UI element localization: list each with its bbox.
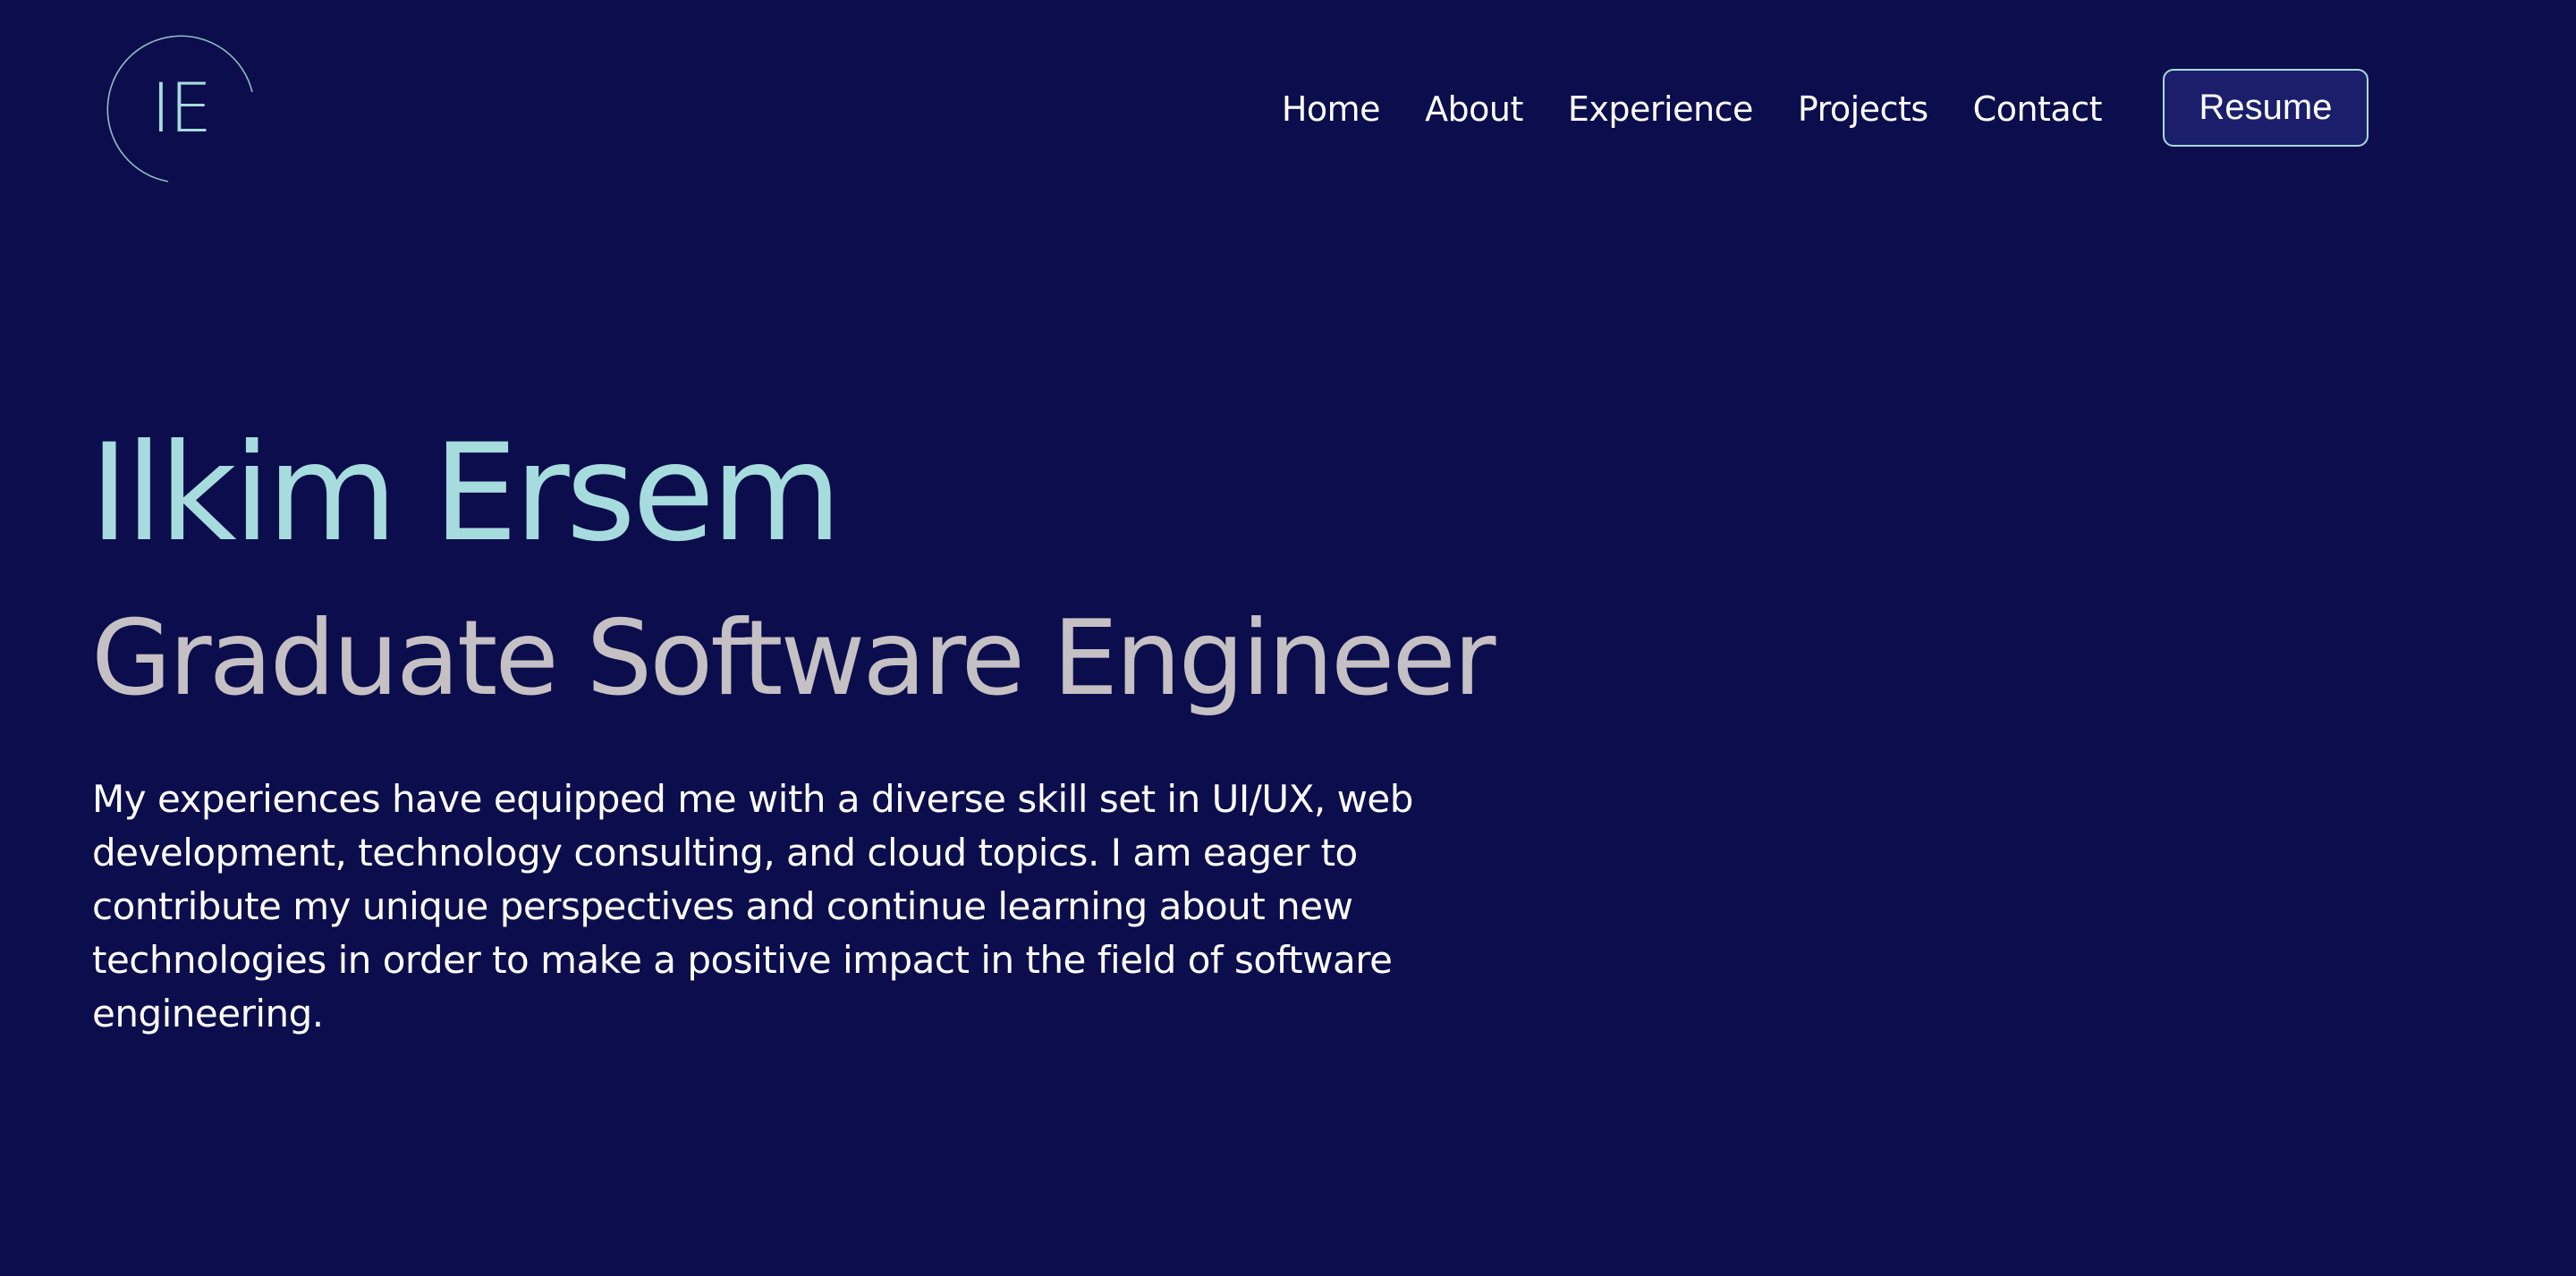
nav-link-home[interactable]: Home bbox=[1282, 68, 1381, 150]
resume-button[interactable]: Resume bbox=[2163, 69, 2368, 147]
logo-monogram: IE bbox=[150, 68, 212, 148]
nav-link-experience[interactable]: Experience bbox=[1568, 68, 1753, 150]
logo-link[interactable]: IE bbox=[106, 30, 256, 183]
hero-role: Graduate Software Engineer bbox=[91, 598, 1496, 719]
nav-link-about[interactable]: About bbox=[1425, 68, 1523, 150]
nav-link-contact[interactable]: Contact bbox=[1973, 68, 2103, 150]
main-nav: Home About Experience Projects Contact bbox=[1282, 68, 2103, 150]
hero-bio: My experiences have equipped me with a d… bbox=[92, 777, 1413, 1035]
hero-name: Ilkim Ersem bbox=[89, 416, 842, 571]
nav-link-projects[interactable]: Projects bbox=[1798, 68, 1928, 150]
